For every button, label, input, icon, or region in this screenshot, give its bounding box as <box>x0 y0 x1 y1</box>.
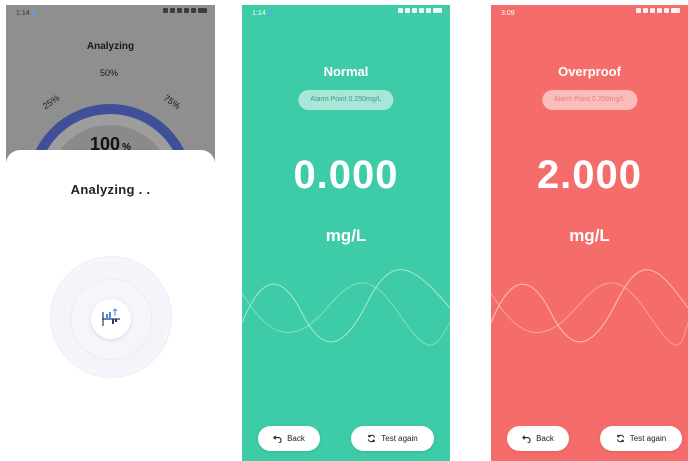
result-unit: mg/L <box>569 226 610 245</box>
alarm-point-badge: Alarm Point 0.250mg/L <box>298 90 394 110</box>
result-unit: mg/L <box>325 226 367 245</box>
refresh-icon <box>616 434 624 443</box>
back-arrow-icon <box>273 435 282 443</box>
status-icons <box>396 8 442 18</box>
overproof-result-screen: 3:09 Overproof Alarm Point 0.250mg/L 2.0… <box>491 5 688 461</box>
sheet-title: Analyzing . . <box>70 182 151 197</box>
status-time: 1:14 <box>16 10 37 17</box>
back-label: Back <box>536 434 554 443</box>
status-time: 1:14 <box>252 10 273 17</box>
alarm-point-badge: Alarm Point 0.250mg/L <box>541 90 638 110</box>
gauge-label-50: 50% <box>100 68 119 78</box>
back-label: Back <box>287 434 305 443</box>
back-button[interactable]: Back <box>507 426 569 451</box>
analyzing-screen: 1:14 Analyzing 25% 50% 75% 100% Analyzin… <box>6 5 215 461</box>
normal-result-screen: 1:14 Normal Alarm Point 0.250mg/L 0.000 … <box>242 5 450 461</box>
status-time: 3:09 <box>501 10 515 17</box>
result-value: 2.000 <box>536 153 643 197</box>
back-arrow-icon <box>522 435 531 443</box>
result-value: 0.000 <box>293 153 399 197</box>
wave-decoration <box>491 269 688 346</box>
test-again-label: Test again <box>381 434 418 443</box>
result-title: Normal <box>323 64 369 79</box>
wave-decoration <box>242 269 450 346</box>
status-bar: 3:09 <box>491 5 688 23</box>
analyzer-ring <box>50 256 172 378</box>
test-again-button[interactable]: Test again <box>351 426 434 451</box>
status-bar: 1:14 <box>6 5 215 23</box>
refresh-icon <box>368 434 376 443</box>
status-icons <box>161 8 207 18</box>
status-bar: 1:14 <box>242 5 450 23</box>
analyzing-sheet: Analyzing . . <box>6 150 215 461</box>
analysis-chart-icon <box>91 299 131 339</box>
status-icons <box>634 8 680 18</box>
back-button[interactable]: Back <box>258 426 320 451</box>
result-title: Overproof <box>558 64 621 79</box>
test-again-label: Test again <box>629 434 667 443</box>
test-again-button[interactable]: Test again <box>600 426 682 451</box>
page-title: Analyzing <box>86 41 135 52</box>
